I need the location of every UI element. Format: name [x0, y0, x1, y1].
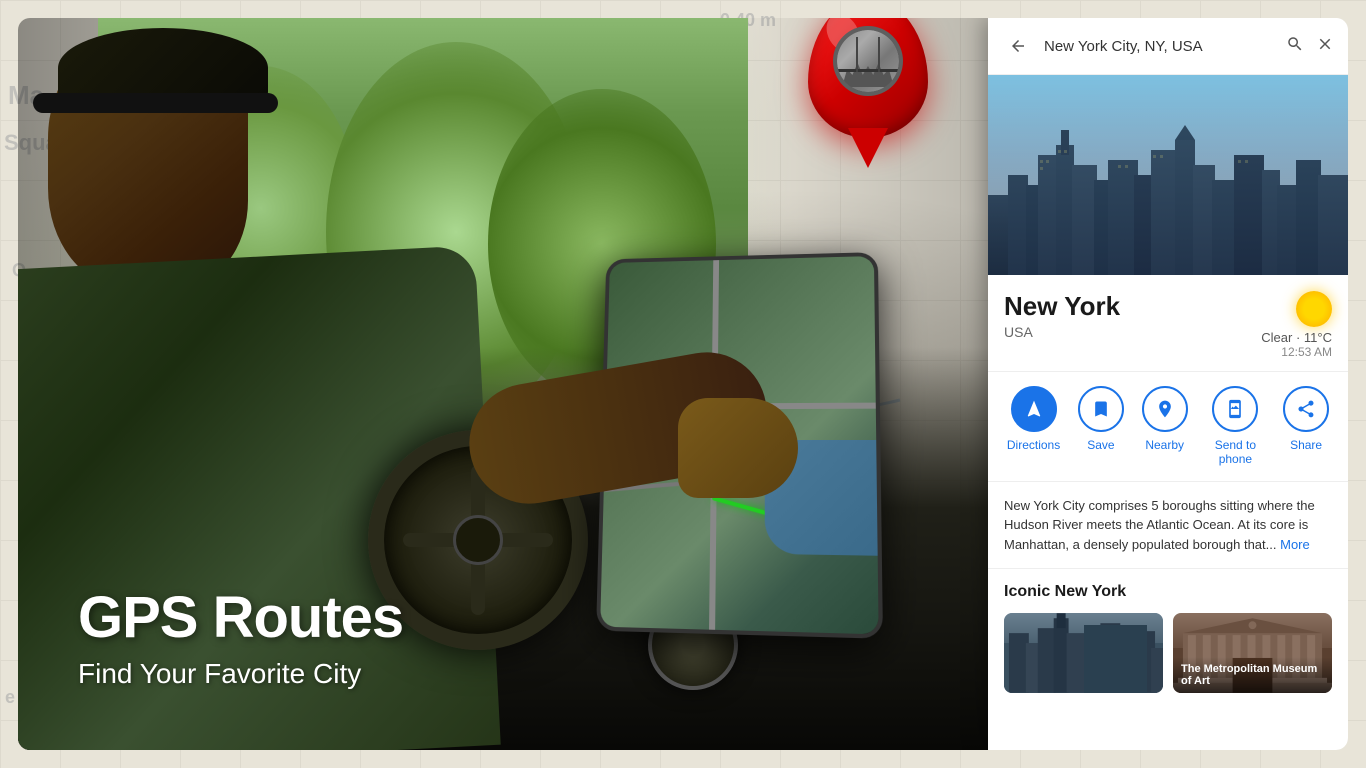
- header-icons: [1286, 35, 1334, 58]
- city-info-row: New York USA Clear · 11°C 12:53 AM: [1004, 291, 1332, 359]
- car-scene: GPS Routes Find Your Favorite City: [18, 18, 998, 750]
- place-card-empire-state[interactable]: [1004, 613, 1163, 693]
- save-label: Save: [1087, 438, 1114, 452]
- sub-title: Find Your Favorite City: [78, 658, 403, 690]
- main-container: GPS Routes Find Your Favorite City: [18, 18, 1348, 750]
- share-button[interactable]: Share: [1283, 386, 1329, 467]
- send-to-phone-button[interactable]: Send to phone: [1205, 386, 1265, 467]
- hero-text: GPS Routes Find Your Favorite City: [78, 586, 403, 690]
- city-photo: [988, 75, 1348, 275]
- driver-head: [48, 38, 248, 288]
- weather-condition: Clear · 11°C: [1261, 330, 1332, 345]
- met-museum-label: The Metropolitan Museum of Art: [1173, 657, 1332, 693]
- city-country: USA: [1004, 324, 1120, 340]
- search-text[interactable]: New York City, NY, USA: [1044, 38, 1276, 55]
- close-icon[interactable]: [1316, 35, 1334, 58]
- driver-hand: [678, 398, 798, 498]
- place-card-met-museum[interactable]: The Metropolitan Museum of Art: [1173, 613, 1332, 693]
- city-name-block: New York USA: [1004, 291, 1120, 340]
- directions-label: Directions: [1007, 438, 1060, 452]
- weather-sun-icon: [1261, 291, 1332, 327]
- photo-overlay: [988, 75, 1348, 275]
- weather-time: 12:53 AM: [1261, 345, 1332, 359]
- info-section: New York USA Clear · 11°C 12:53 AM: [988, 275, 1348, 372]
- directions-icon: [1011, 386, 1057, 432]
- main-title: GPS Routes: [78, 586, 403, 650]
- skyline-art: [1004, 613, 1163, 693]
- share-label: Share: [1290, 438, 1322, 452]
- action-buttons: Directions Save: [988, 372, 1348, 482]
- location-pin: [798, 18, 938, 178]
- nearby-icon: [1142, 386, 1188, 432]
- nearby-label: Nearby: [1145, 438, 1184, 452]
- send-to-phone-icon: [1212, 386, 1258, 432]
- iconic-title: Iconic New York: [1004, 583, 1332, 601]
- maps-header: New York City, NY, USA: [988, 18, 1348, 75]
- empire-state-image: [1004, 613, 1163, 693]
- pin-circle: [833, 26, 903, 96]
- places-row: The Metropolitan Museum of Art: [1004, 613, 1332, 693]
- directions-button[interactable]: Directions: [1007, 386, 1060, 467]
- outer-frame: 25.0r Kalus'que's 0.40 m Ma Square Q. e …: [0, 0, 1366, 768]
- pin-body: [808, 18, 928, 138]
- iconic-section: Iconic New York: [988, 569, 1348, 703]
- city-name: New York: [1004, 291, 1120, 322]
- nearby-button[interactable]: Nearby: [1142, 386, 1188, 467]
- weather-block: Clear · 11°C 12:53 AM: [1261, 291, 1332, 359]
- search-icon[interactable]: [1286, 35, 1304, 58]
- maps-panel: New York City, NY, USA: [988, 18, 1348, 750]
- save-icon: [1078, 386, 1124, 432]
- share-icon: [1283, 386, 1329, 432]
- more-link[interactable]: More: [1280, 537, 1310, 552]
- description-text: New York City comprises 5 boroughs sitti…: [988, 482, 1348, 570]
- save-button[interactable]: Save: [1078, 386, 1124, 467]
- back-button[interactable]: [1002, 30, 1034, 62]
- send-to-phone-label: Send to phone: [1205, 438, 1265, 467]
